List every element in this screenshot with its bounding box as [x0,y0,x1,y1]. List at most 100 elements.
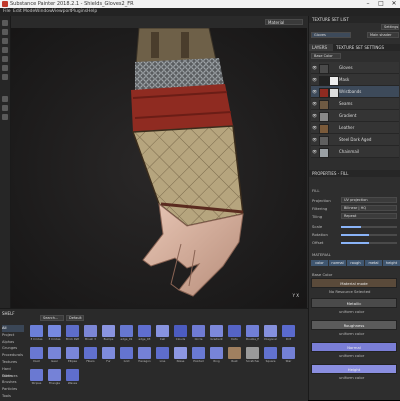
shelf-resource-tile[interactable]: Grid [120,347,133,363]
eye-icon[interactable]: 👁 [312,101,317,106]
shelf-resource-tile[interactable]: Bumps [102,325,115,341]
eye-icon[interactable]: 👁 [312,149,317,154]
channel-metal-button[interactable]: metal [365,260,382,266]
menu-window[interactable]: Window [35,8,53,16]
channel-rough-button[interactable]: rough [347,260,364,266]
shelf-resource-tile[interactable]: 3 Circles [30,325,43,341]
shelf-resource-tile[interactable]: Pointed [192,347,205,363]
height-swatch[interactable]: Height [311,364,397,374]
channel-normal-button[interactable]: normal [329,260,346,266]
texture-set-settings-button[interactable]: Settings [381,24,399,30]
menu-edit[interactable]: Edit [13,8,22,16]
shelf-resource-tile[interactable]: Ring [210,347,223,363]
minimize-button[interactable]: – [362,0,374,8]
shelf-resource-tile[interactable]: Line [156,347,169,363]
shelf-category-tools[interactable]: Tools [2,393,24,400]
layer-row[interactable]: 👁 Seams [311,98,399,110]
tab-layers[interactable]: LAYERS [309,44,333,51]
eye-icon[interactable]: 👁 [312,65,317,70]
smudge-icon[interactable] [2,56,8,62]
blend-channel-select[interactable]: Base Color [311,53,341,59]
shelf-resource-tile[interactable]: Hexagon [138,347,151,363]
filtering-select[interactable]: Bilinear | HQ [341,205,397,211]
clone-icon[interactable] [2,65,8,71]
shelf-resource-tile[interactable]: Scratches [246,347,259,363]
layer-row[interactable]: 👁 Gloves [311,62,399,74]
shelf-resource-tile[interactable]: Noise [174,347,187,363]
material-mode-button[interactable]: Material mode [311,278,397,288]
shelf-resource-tile[interactable]: Gradient [210,325,223,341]
shelf-resource-tile[interactable]: Double_Heart [246,325,259,341]
shader-select[interactable]: Main shader [367,32,399,38]
offset-slider[interactable] [341,242,397,244]
shelf-resource-tile[interactable]: Circle [192,325,205,341]
shelf-resource-tile[interactable]: Fur [102,347,115,363]
shelf-resource-tile[interactable]: Stripes [30,369,43,385]
channel-height-button[interactable]: height [383,260,400,266]
shelf-resource-tile[interactable]: Square [264,347,277,363]
shelf-resource-tile[interactable]: edge_01 [120,325,133,341]
shelf-resource-tile[interactable]: Triangle [48,369,61,385]
shelf-resource-tile[interactable]: Brush 3 [84,325,97,341]
export-icon[interactable] [2,114,8,120]
display-mode-select[interactable]: Material [265,19,303,25]
layer-row[interactable]: 👁 Mask [311,74,399,86]
close-button[interactable]: ✕ [388,0,400,8]
shelf-resource-tile[interactable]: Waves [66,369,79,385]
shelf-resource-tile[interactable]: Dirt [282,325,295,341]
shelf-resource-tile[interactable]: 3 Circles [48,325,61,341]
shelf-resource-tile[interactable]: Rust [228,347,241,363]
menu-plugins[interactable]: Plugins [71,8,87,16]
texture-set-gloves[interactable]: Gloves [311,32,351,38]
menu-file[interactable]: File [3,8,11,16]
channel-color-button[interactable]: color [311,260,328,266]
eye-icon[interactable]: 👁 [312,89,317,94]
menu-mode[interactable]: Mode [23,8,35,16]
paint-brush-icon[interactable] [2,20,8,26]
eraser-icon[interactable] [2,29,8,35]
shelf-resource-tile[interactable]: Diagonal [264,325,277,341]
shelf-resource-tile[interactable]: Fibers [84,347,97,363]
shelf-resource-tile[interactable]: Gear [48,347,61,363]
tiling-select[interactable]: Repeat [341,213,397,219]
maximize-button[interactable]: □ [375,0,387,8]
metallic-swatch[interactable]: Metallic [311,298,397,308]
menu-help[interactable]: Help [87,8,97,16]
shelf-resource-tile[interactable]: Dots [228,325,241,341]
shelf-filter-select[interactable]: Default [66,315,84,321]
eye-icon[interactable]: 👁 [312,137,317,142]
shelf-resource-tile[interactable]: Dust [30,347,43,363]
shelf-resource-tile[interactable]: Clouds [174,325,187,341]
eye-icon[interactable]: 👁 [312,125,317,130]
resource-thumbnail [282,325,295,337]
window-title: Substance Painter 2018.2.1 - Shields_Glo… [10,1,134,7]
resource-label: Diagonal [264,337,277,341]
resource-label: Ring [213,359,220,363]
shelf-resource-tile[interactable]: Brick Pattern [66,325,79,341]
normal-swatch[interactable]: Normal [311,342,397,352]
tab-texture-set-settings[interactable]: TEXTURE SET SETTINGS [333,44,399,51]
projection-icon[interactable] [2,38,8,44]
shelf-search-input[interactable]: Search... [40,315,64,321]
layer-row[interactable]: 👁 Leather [311,122,399,134]
scale-slider[interactable] [341,226,397,228]
3d-viewport[interactable]: Y X [11,28,307,308]
eye-icon[interactable]: 👁 [312,77,317,82]
color-picker-icon[interactable] [2,74,8,80]
menu-viewport[interactable]: Viewport [52,8,72,16]
layer-row[interactable]: 👁 Gradient [311,110,399,122]
camera-icon[interactable] [2,96,8,102]
polygon-fill-icon[interactable] [2,47,8,53]
layer-row[interactable]: 👁 Chainmail [311,146,399,158]
shelf-resource-tile[interactable]: Ellipse [66,347,79,363]
rotation-slider[interactable] [341,234,397,236]
shelf-resource-tile[interactable]: Star [282,347,295,363]
eye-icon[interactable]: 👁 [312,113,317,118]
layer-row[interactable]: 👁 Steel Dark Aged [311,134,399,146]
shelf-resource-tile[interactable]: edge_03 [138,325,151,341]
layer-row[interactable]: 👁 Wristbands [311,86,399,98]
shelf-resource-tile[interactable]: Cell [156,325,169,341]
bake-icon[interactable] [2,105,8,111]
projection-select[interactable]: UV projection [341,197,397,203]
roughness-swatch[interactable]: Roughness [311,320,397,330]
